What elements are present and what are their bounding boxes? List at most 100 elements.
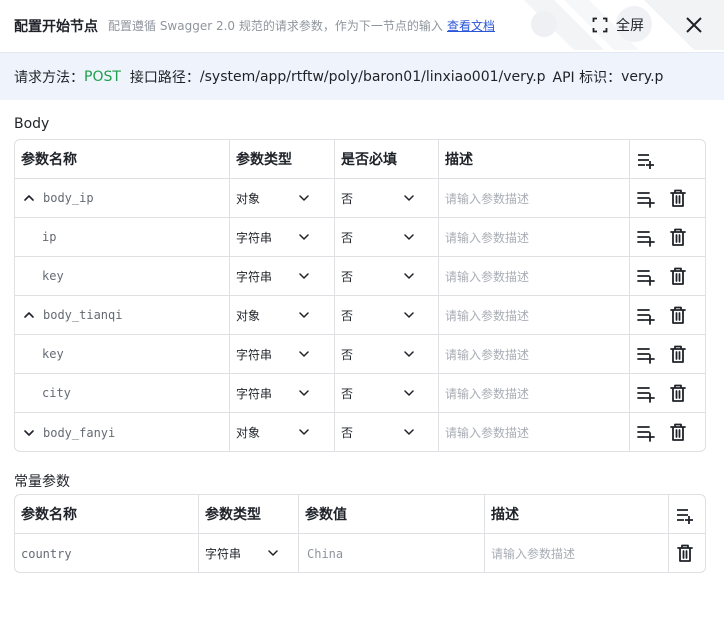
delete-icon[interactable] bbox=[668, 227, 688, 247]
param-type-value: 对象 bbox=[236, 191, 261, 206]
chevron-up-icon[interactable] bbox=[23, 309, 35, 321]
header-desc: 描述 bbox=[491, 507, 519, 523]
param-type-select[interactable]: 字符串 bbox=[230, 374, 335, 412]
add-child-icon[interactable] bbox=[636, 227, 656, 247]
row-actions bbox=[630, 335, 705, 373]
param-type-select[interactable]: 对象 bbox=[230, 179, 335, 217]
delete-icon[interactable] bbox=[668, 344, 688, 364]
header-type: 参数类型 bbox=[236, 152, 292, 168]
add-child-icon[interactable] bbox=[636, 188, 656, 208]
param-desc-placeholder: 请输入参数描述 bbox=[445, 386, 530, 401]
row-actions bbox=[669, 534, 705, 572]
param-name: city bbox=[42, 386, 71, 400]
const-type-value: 字符串 bbox=[205, 547, 242, 561]
add-child-icon[interactable] bbox=[636, 305, 656, 325]
row-actions bbox=[630, 257, 705, 295]
chevron-down-icon bbox=[404, 429, 414, 435]
delete-icon[interactable] bbox=[668, 266, 688, 286]
delete-icon[interactable] bbox=[668, 188, 688, 208]
param-desc-input[interactable]: 请输入参数描述 bbox=[439, 335, 630, 373]
table-row: ip 字符串 否 请输入参数描述 bbox=[15, 218, 705, 257]
row-actions bbox=[630, 296, 705, 334]
param-required-value: 否 bbox=[341, 269, 354, 284]
param-desc-input[interactable]: 请输入参数描述 bbox=[439, 413, 630, 451]
table-row: key 字符串 否 请输入参数描述 bbox=[15, 257, 705, 296]
param-desc-input[interactable]: 请输入参数描述 bbox=[439, 218, 630, 256]
table-header-row: 参数名称 参数类型 参数值 描述 bbox=[15, 495, 705, 534]
param-name: body_ip bbox=[43, 191, 94, 205]
fullscreen-button[interactable]: 全屏 bbox=[592, 15, 644, 35]
const-desc-input[interactable]: 请输入参数描述 bbox=[485, 534, 669, 572]
param-type-select[interactable]: 字符串 bbox=[230, 218, 335, 256]
param-desc-input[interactable]: 请输入参数描述 bbox=[439, 179, 630, 217]
param-name: ip bbox=[42, 230, 57, 244]
param-desc-placeholder: 请输入参数描述 bbox=[445, 191, 530, 206]
param-required-select[interactable]: 否 bbox=[335, 413, 439, 451]
param-name-cell[interactable]: body_tianqi bbox=[15, 296, 230, 334]
param-desc-input[interactable]: 请输入参数描述 bbox=[439, 296, 630, 334]
const-name-input[interactable]: country bbox=[15, 534, 199, 572]
add-child-icon[interactable] bbox=[636, 266, 656, 286]
chevron-down-icon bbox=[404, 234, 414, 240]
param-required-select[interactable]: 否 bbox=[335, 335, 439, 373]
param-required-select[interactable]: 否 bbox=[335, 179, 439, 217]
param-type-select[interactable]: 字符串 bbox=[230, 335, 335, 373]
param-required-value: 否 bbox=[341, 426, 354, 440]
chevron-down-icon bbox=[299, 195, 309, 201]
table-row: key 字符串 否 请输入参数描述 bbox=[15, 335, 705, 374]
chevron-down-icon bbox=[404, 312, 414, 318]
param-type-select[interactable]: 字符串 bbox=[230, 257, 335, 295]
chevron-down-icon bbox=[299, 429, 309, 435]
path-label: 接口路径： bbox=[129, 69, 200, 86]
header-name: 参数名称 bbox=[21, 152, 77, 168]
chevron-down-icon bbox=[299, 351, 309, 357]
header-desc: 描述 bbox=[445, 152, 473, 168]
param-required-select[interactable]: 否 bbox=[335, 257, 439, 295]
param-name-cell[interactable]: city bbox=[15, 374, 230, 412]
const-type-select[interactable]: 字符串 bbox=[199, 534, 299, 572]
add-child-icon[interactable] bbox=[636, 344, 656, 364]
param-required-select[interactable]: 否 bbox=[335, 296, 439, 334]
param-name-cell[interactable]: ip bbox=[15, 218, 230, 256]
table-row: body_tianqi 对象 否 请输入参数描述 bbox=[15, 296, 705, 335]
chevron-up-icon[interactable] bbox=[23, 192, 35, 204]
param-name-cell[interactable]: body_fanyi bbox=[15, 413, 230, 451]
chevron-down-icon[interactable] bbox=[23, 427, 35, 439]
param-desc-placeholder: 请输入参数描述 bbox=[445, 269, 530, 284]
chevron-down-icon bbox=[299, 234, 309, 240]
delete-icon[interactable] bbox=[675, 543, 695, 563]
table-row: country 字符串 China 请输入参数描述 bbox=[15, 534, 705, 572]
param-required-value: 否 bbox=[341, 347, 354, 362]
header-value: 参数值 bbox=[305, 507, 347, 523]
add-child-icon[interactable] bbox=[636, 383, 656, 403]
delete-icon[interactable] bbox=[668, 422, 688, 442]
param-required-value: 否 bbox=[341, 191, 354, 206]
view-docs-link[interactable]: 查看文档 bbox=[447, 17, 495, 34]
param-desc-input[interactable]: 请输入参数描述 bbox=[439, 374, 630, 412]
param-name-cell[interactable]: body_ip bbox=[15, 179, 230, 217]
close-icon[interactable] bbox=[684, 15, 704, 35]
dialog-title: 配置开始节点 bbox=[14, 19, 98, 35]
delete-icon[interactable] bbox=[668, 383, 688, 403]
param-required-select[interactable]: 否 bbox=[335, 218, 439, 256]
body-params-table: 参数名称 参数类型 是否必填 描述 body_ip 对象否请输入参数描述 ip 字符串… bbox=[14, 139, 706, 452]
delete-icon[interactable] bbox=[668, 305, 688, 325]
add-root-param-icon[interactable] bbox=[636, 150, 656, 170]
param-required-value: 否 bbox=[341, 230, 354, 245]
param-type-select[interactable]: 对象 bbox=[230, 296, 335, 334]
param-name-cell[interactable]: key bbox=[15, 257, 230, 295]
const-name: country bbox=[21, 546, 72, 561]
request-info-bar: 请求方法： POST 接口路径： /system/app/rtftw/poly/… bbox=[0, 52, 724, 100]
table-row: body_fanyi 对象 否 请输入参数描述 bbox=[15, 413, 705, 451]
add-child-icon[interactable] bbox=[636, 422, 656, 442]
const-section-title: 常量参数 bbox=[14, 474, 70, 490]
param-required-select[interactable]: 否 bbox=[335, 374, 439, 412]
param-required-value: 否 bbox=[341, 308, 354, 323]
param-desc-input[interactable]: 请输入参数描述 bbox=[439, 257, 630, 295]
param-desc-placeholder: 请输入参数描述 bbox=[445, 230, 530, 245]
table-header-row: 参数名称 参数类型 是否必填 描述 bbox=[15, 140, 705, 179]
add-const-param-icon[interactable] bbox=[675, 505, 695, 525]
param-type-select[interactable]: 对象 bbox=[230, 413, 335, 451]
param-name-cell[interactable]: key bbox=[15, 335, 230, 373]
const-value-input[interactable]: China bbox=[299, 534, 485, 572]
